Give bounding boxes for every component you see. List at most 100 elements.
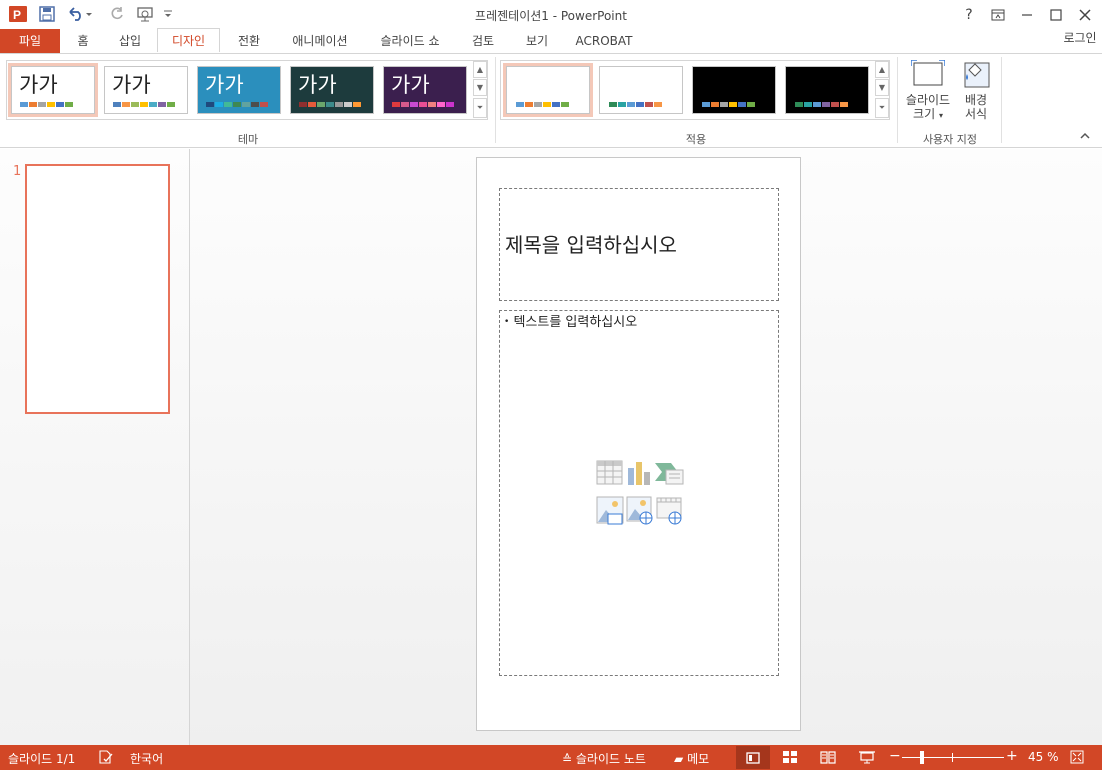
theme-thumbnail[interactable]: 가가 <box>8 63 98 117</box>
color-swatch <box>516 102 524 107</box>
insert-smartart-icon[interactable] <box>654 460 684 489</box>
tab-slide-show[interactable]: 슬라이드 쇼 <box>370 29 450 53</box>
color-swatch <box>140 102 148 107</box>
color-swatch <box>260 102 268 107</box>
notes-button[interactable]: ≙ 슬라이드 노트 <box>562 750 646 767</box>
login-link[interactable]: 로그인 <box>1058 26 1102 50</box>
close-icon[interactable] <box>1071 4 1099 26</box>
color-swatch <box>56 102 64 107</box>
minimize-icon[interactable] <box>1013 4 1041 26</box>
themes-scroll-down-icon[interactable]: ▼ <box>473 79 487 96</box>
color-swatch <box>308 102 316 107</box>
zoom-level[interactable]: 45 % <box>1028 750 1059 764</box>
variant-thumbnail[interactable] <box>692 66 776 114</box>
tab-file[interactable]: 파일 <box>0 29 60 53</box>
slide-size-button[interactable]: 슬라이드 크기 ▾ <box>902 59 954 126</box>
variant-color-swatches <box>516 102 569 107</box>
slide-size-dropdown-icon: ▾ <box>938 111 943 120</box>
zoom-slider-thumb[interactable] <box>919 751 924 764</box>
theme-thumbnail[interactable]: 가가 <box>290 66 374 114</box>
insert-online-picture-icon[interactable] <box>626 496 654 529</box>
title-placeholder-text: 제목을 입력하십시오 <box>505 233 677 257</box>
zoom-in-icon[interactable]: + <box>1006 748 1018 764</box>
color-swatch <box>720 102 728 107</box>
insert-table-icon[interactable] <box>596 460 624 489</box>
slide-thumbnail[interactable] <box>25 164 170 414</box>
color-swatch <box>233 102 241 107</box>
insert-chart-icon[interactable] <box>626 460 654 489</box>
color-swatch <box>410 102 418 107</box>
color-swatch <box>813 102 821 107</box>
zoom-slider[interactable] <box>902 751 1004 764</box>
variant-thumbnail[interactable] <box>599 66 683 114</box>
themes-group-label: 테마 <box>237 133 259 146</box>
slide-show-icon[interactable] <box>858 750 876 767</box>
variant-thumbnail[interactable] <box>785 66 869 114</box>
format-background-label-line2: 서식 <box>964 107 988 121</box>
slide-counter[interactable]: 슬라이드 1/1 <box>8 750 75 767</box>
slide-sorter-icon[interactable] <box>782 750 798 767</box>
color-swatch <box>525 102 533 107</box>
zoom-out-icon[interactable]: − <box>889 748 901 764</box>
color-swatch <box>428 102 436 107</box>
variants-scroll-up-icon[interactable]: ▲ <box>875 61 889 78</box>
theme-color-swatches <box>20 102 73 107</box>
reading-view-icon[interactable] <box>820 750 836 767</box>
comments-button[interactable]: ▰ 메모 <box>674 750 709 767</box>
collapse-ribbon-icon[interactable] <box>1080 132 1090 143</box>
variants-scroll-down-icon[interactable]: ▼ <box>875 79 889 96</box>
color-swatch <box>65 102 73 107</box>
color-swatch <box>654 102 662 107</box>
insert-video-icon[interactable] <box>656 496 684 529</box>
variant-thumbnail[interactable] <box>503 63 593 117</box>
color-swatch <box>224 102 232 107</box>
theme-sample-text: 가가 <box>205 73 244 97</box>
customize-group-label: 사용자 지정 <box>922 133 978 146</box>
color-swatch <box>20 102 28 107</box>
themes-scroll-up-icon[interactable]: ▲ <box>473 61 487 78</box>
fit-to-window-icon[interactable] <box>1070 750 1084 767</box>
color-swatch <box>636 102 644 107</box>
theme-sample-text: 가가 <box>391 73 430 97</box>
tab-insert[interactable]: 삽입 <box>108 29 152 53</box>
color-swatch <box>618 102 626 107</box>
themes-more-icon[interactable]: ⏷ <box>473 98 487 118</box>
help-button[interactable]: ? <box>955 4 983 26</box>
ribbon-divider <box>495 57 496 143</box>
tab-view[interactable]: 보기 <box>516 29 558 53</box>
help-label: ? <box>965 7 973 23</box>
tab-home[interactable]: 홈 <box>68 29 98 53</box>
ribbon-display-options-icon[interactable] <box>984 4 1012 26</box>
theme-thumbnail[interactable]: 가가 <box>197 66 281 114</box>
content-placeholder[interactable]: • 텍스트를 입력하십시오 <box>499 310 779 676</box>
tab-acrobat[interactable]: ACROBAT <box>570 29 638 53</box>
color-swatch <box>344 102 352 107</box>
title-placeholder[interactable]: 제목을 입력하십시오 <box>499 188 779 301</box>
color-swatch <box>335 102 343 107</box>
tab-transitions[interactable]: 전환 <box>228 29 270 53</box>
color-swatch <box>534 102 542 107</box>
tab-animations[interactable]: 애니메이션 <box>282 29 358 53</box>
color-swatch <box>738 102 746 107</box>
variants-more-icon[interactable]: ⏷ <box>875 98 889 118</box>
format-background-button[interactable]: 배경 서식 <box>956 60 996 126</box>
theme-sample-text: 가가 <box>19 73 58 97</box>
color-swatch <box>711 102 719 107</box>
color-swatch <box>543 102 551 107</box>
maximize-icon[interactable] <box>1042 4 1070 26</box>
normal-view-button[interactable] <box>736 746 770 769</box>
spelling-check-icon[interactable] <box>98 750 114 767</box>
theme-thumbnail[interactable]: 가가 <box>383 66 467 114</box>
language-indicator[interactable]: 한국어 <box>130 750 163 767</box>
tab-review[interactable]: 검토 <box>462 29 504 53</box>
theme-thumbnail[interactable]: 가가 <box>104 66 188 114</box>
theme-color-swatches <box>299 102 361 107</box>
color-swatch <box>609 102 617 107</box>
tab-design[interactable]: 디자인 <box>157 28 220 52</box>
color-swatch <box>804 102 812 107</box>
color-swatch <box>122 102 130 107</box>
normal-view-icon <box>746 751 760 764</box>
insert-picture-icon[interactable] <box>596 496 624 529</box>
theme-sample-text: 가가 <box>112 73 151 97</box>
color-swatch <box>242 102 250 107</box>
